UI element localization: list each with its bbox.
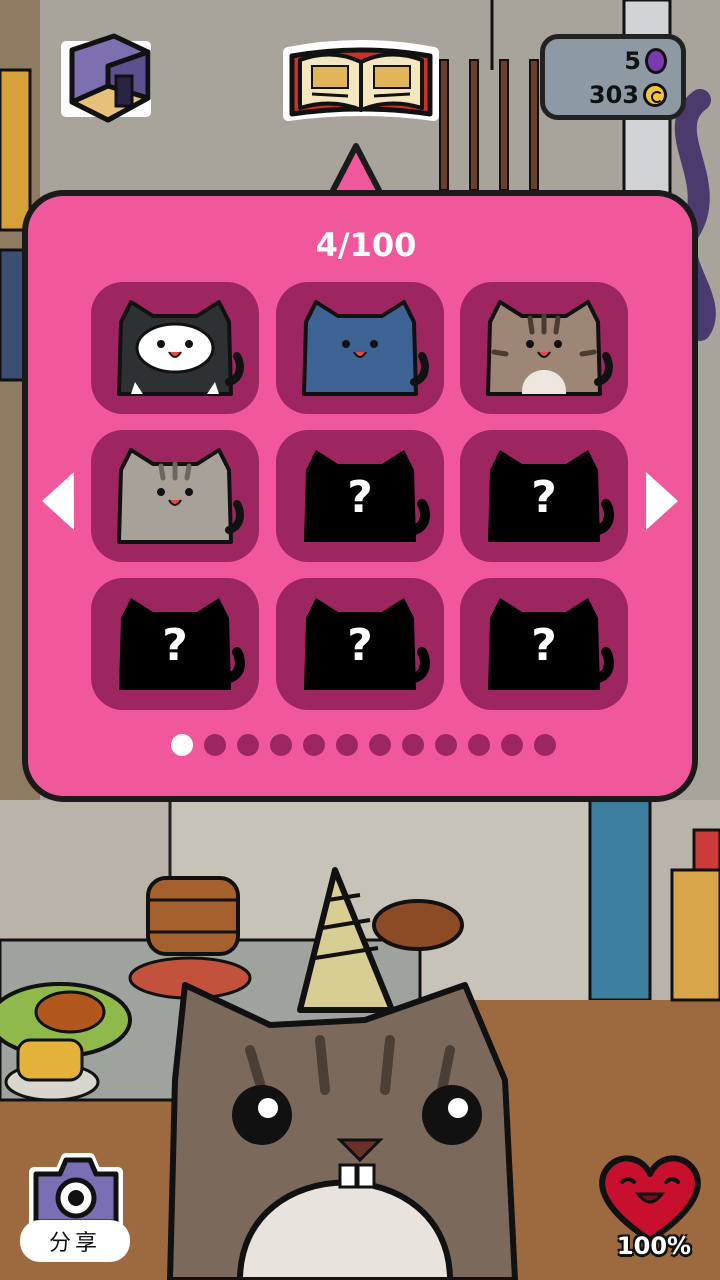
happiness-label: 100% <box>616 1232 692 1260</box>
cat-slot-4[interactable] <box>91 430 259 562</box>
unknown-mark: ? <box>531 472 557 523</box>
cat-slot-5[interactable]: ? <box>276 430 444 562</box>
blue-cat-icon <box>302 300 429 396</box>
happiness-meter: 100% <box>594 1148 706 1272</box>
gem-icon <box>645 48 667 74</box>
black-white-cat-icon <box>117 300 244 396</box>
cat-slot-6[interactable]: ? <box>460 430 628 562</box>
room-icon <box>61 33 151 123</box>
gem-counter: 5 <box>624 47 667 75</box>
page-dot-3[interactable] <box>237 734 259 756</box>
page-dot-10[interactable] <box>468 734 490 756</box>
page-dot-2[interactable] <box>204 734 226 756</box>
page-dot-12[interactable] <box>534 734 556 756</box>
page-dot-4[interactable] <box>270 734 292 756</box>
share-label: 分享 <box>20 1220 130 1262</box>
chevron-left-icon <box>42 472 74 530</box>
catalog-book-button[interactable] <box>282 36 440 128</box>
page-dot-8[interactable] <box>402 734 424 756</box>
unknown-mark: ? <box>531 620 557 671</box>
coin-count: 303 <box>588 81 639 109</box>
page-dot-9[interactable] <box>435 734 457 756</box>
next-page-button[interactable] <box>642 468 682 534</box>
page-dot-5[interactable] <box>303 734 325 756</box>
cat-slot-8[interactable]: ? <box>276 578 444 710</box>
cat-slot-3[interactable] <box>460 282 628 414</box>
tabby-cat-icon <box>486 300 613 396</box>
page-dot-6[interactable] <box>336 734 358 756</box>
unknown-mark: ? <box>347 620 373 671</box>
cat-slot-9[interactable]: ? <box>460 578 628 710</box>
unknown-cat-icon: ? <box>488 598 614 690</box>
coin-counter: 303 <box>589 81 667 109</box>
unknown-cat-icon: ? <box>119 598 245 690</box>
unknown-cat-icon: ? <box>304 450 430 542</box>
coin-icon <box>643 83 667 107</box>
chevron-right-icon <box>646 472 678 530</box>
page-dot-1[interactable] <box>171 734 193 756</box>
page-dot-11[interactable] <box>501 734 523 756</box>
unknown-cat-icon: ? <box>304 598 430 690</box>
grey-tabby-cat-icon <box>117 448 244 544</box>
currency-box: 5 303 <box>540 34 686 120</box>
cat-slot-1[interactable] <box>91 282 259 414</box>
unknown-cat-icon: ? <box>488 450 614 542</box>
prev-page-button[interactable] <box>38 468 78 534</box>
page-indicator <box>28 734 692 758</box>
gem-count: 5 <box>624 47 641 75</box>
page-dot-7[interactable] <box>369 734 391 756</box>
unknown-mark: ? <box>347 472 373 523</box>
cat-collection-panel: 4/100 ? ? ? ? ? <box>22 190 698 802</box>
book-icon <box>283 40 439 121</box>
camera-icon <box>29 1153 123 1229</box>
room-button[interactable] <box>52 28 160 128</box>
collection-count: 4/100 <box>315 226 417 264</box>
cat-slot-7[interactable]: ? <box>91 578 259 710</box>
unknown-mark: ? <box>162 620 188 671</box>
cat-slot-2[interactable] <box>276 282 444 414</box>
share-button[interactable]: 分享 <box>20 1142 132 1266</box>
